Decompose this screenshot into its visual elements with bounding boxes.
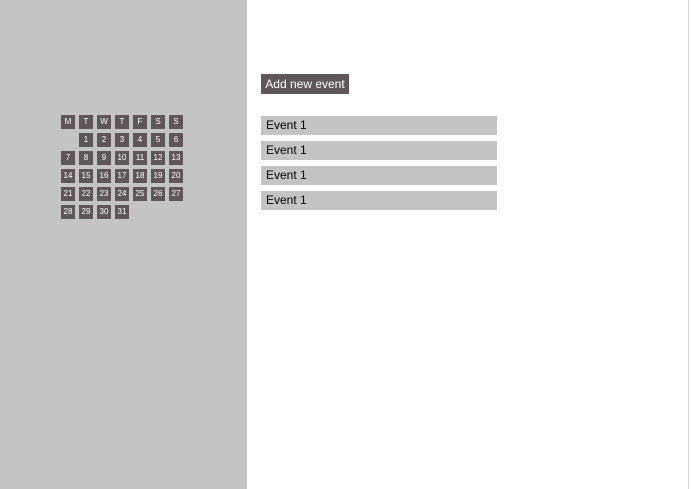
calendar-day[interactable]: 22 (79, 187, 93, 201)
event-list: Event 1 Event 1 Event 1 Event 1 (261, 116, 497, 216)
calendar-day[interactable]: 9 (97, 151, 111, 165)
calendar-day[interactable]: 11 (133, 151, 147, 165)
event-list-item[interactable]: Event 1 (261, 116, 497, 135)
calendar-day[interactable]: 7 (61, 151, 75, 165)
weekday-header: S (151, 115, 165, 129)
calendar-empty-cell (61, 133, 75, 147)
calendar-day[interactable]: 3 (115, 133, 129, 147)
calendar-day[interactable]: 23 (97, 187, 111, 201)
calendar-day[interactable]: 21 (61, 187, 75, 201)
calendar-day[interactable]: 2 (97, 133, 111, 147)
event-list-item[interactable]: Event 1 (261, 191, 497, 210)
calendar-day[interactable]: 27 (169, 187, 183, 201)
calendar-day[interactable]: 16 (97, 169, 111, 183)
calendar-day[interactable]: 15 (79, 169, 93, 183)
calendar-day[interactable]: 6 (169, 133, 183, 147)
calendar-day[interactable]: 5 (151, 133, 165, 147)
calendar-day[interactable]: 19 (151, 169, 165, 183)
calendar-day[interactable]: 20 (169, 169, 183, 183)
weekday-header: F (133, 115, 147, 129)
weekday-header: M (61, 115, 75, 129)
weekday-header: T (115, 115, 129, 129)
calendar-day[interactable]: 17 (115, 169, 129, 183)
calendar-day[interactable]: 4 (133, 133, 147, 147)
calendar-day[interactable]: 26 (151, 187, 165, 201)
calendar-day[interactable]: 31 (115, 205, 129, 219)
calendar-day[interactable]: 13 (169, 151, 183, 165)
weekday-header: W (97, 115, 111, 129)
calendar-day[interactable]: 10 (115, 151, 129, 165)
calendar-day[interactable]: 14 (61, 169, 75, 183)
event-list-item[interactable]: Event 1 (261, 141, 497, 160)
calendar-day[interactable]: 30 (97, 205, 111, 219)
calendar-day[interactable]: 25 (133, 187, 147, 201)
calendar-grid: M T W T F S S 1 2 3 4 5 6 7 8 9 10 11 12 13 14 15 16 17 18 19 20 21… (61, 115, 183, 219)
weekday-header: S (169, 115, 183, 129)
calendar-day[interactable]: 18 (133, 169, 147, 183)
calendar-day[interactable]: 12 (151, 151, 165, 165)
app-window: M T W T F S S 1 2 3 4 5 6 7 8 9 10 11 12 13 14 15 16 17 18 19 20 21… (0, 0, 691, 489)
add-new-event-button[interactable]: Add new event (261, 74, 349, 94)
calendar-day[interactable]: 24 (115, 187, 129, 201)
sidebar: M T W T F S S 1 2 3 4 5 6 7 8 9 10 11 12 13 14 15 16 17 18 19 20 21… (0, 0, 247, 489)
event-list-item[interactable]: Event 1 (261, 166, 497, 185)
calendar-day[interactable]: 28 (61, 205, 75, 219)
calendar-day[interactable]: 1 (79, 133, 93, 147)
panel-divider (688, 0, 689, 489)
weekday-header: T (79, 115, 93, 129)
calendar-day[interactable]: 8 (79, 151, 93, 165)
calendar-day[interactable]: 29 (79, 205, 93, 219)
main-panel: Add new event Event 1 Event 1 Event 1 Event… (247, 0, 688, 489)
